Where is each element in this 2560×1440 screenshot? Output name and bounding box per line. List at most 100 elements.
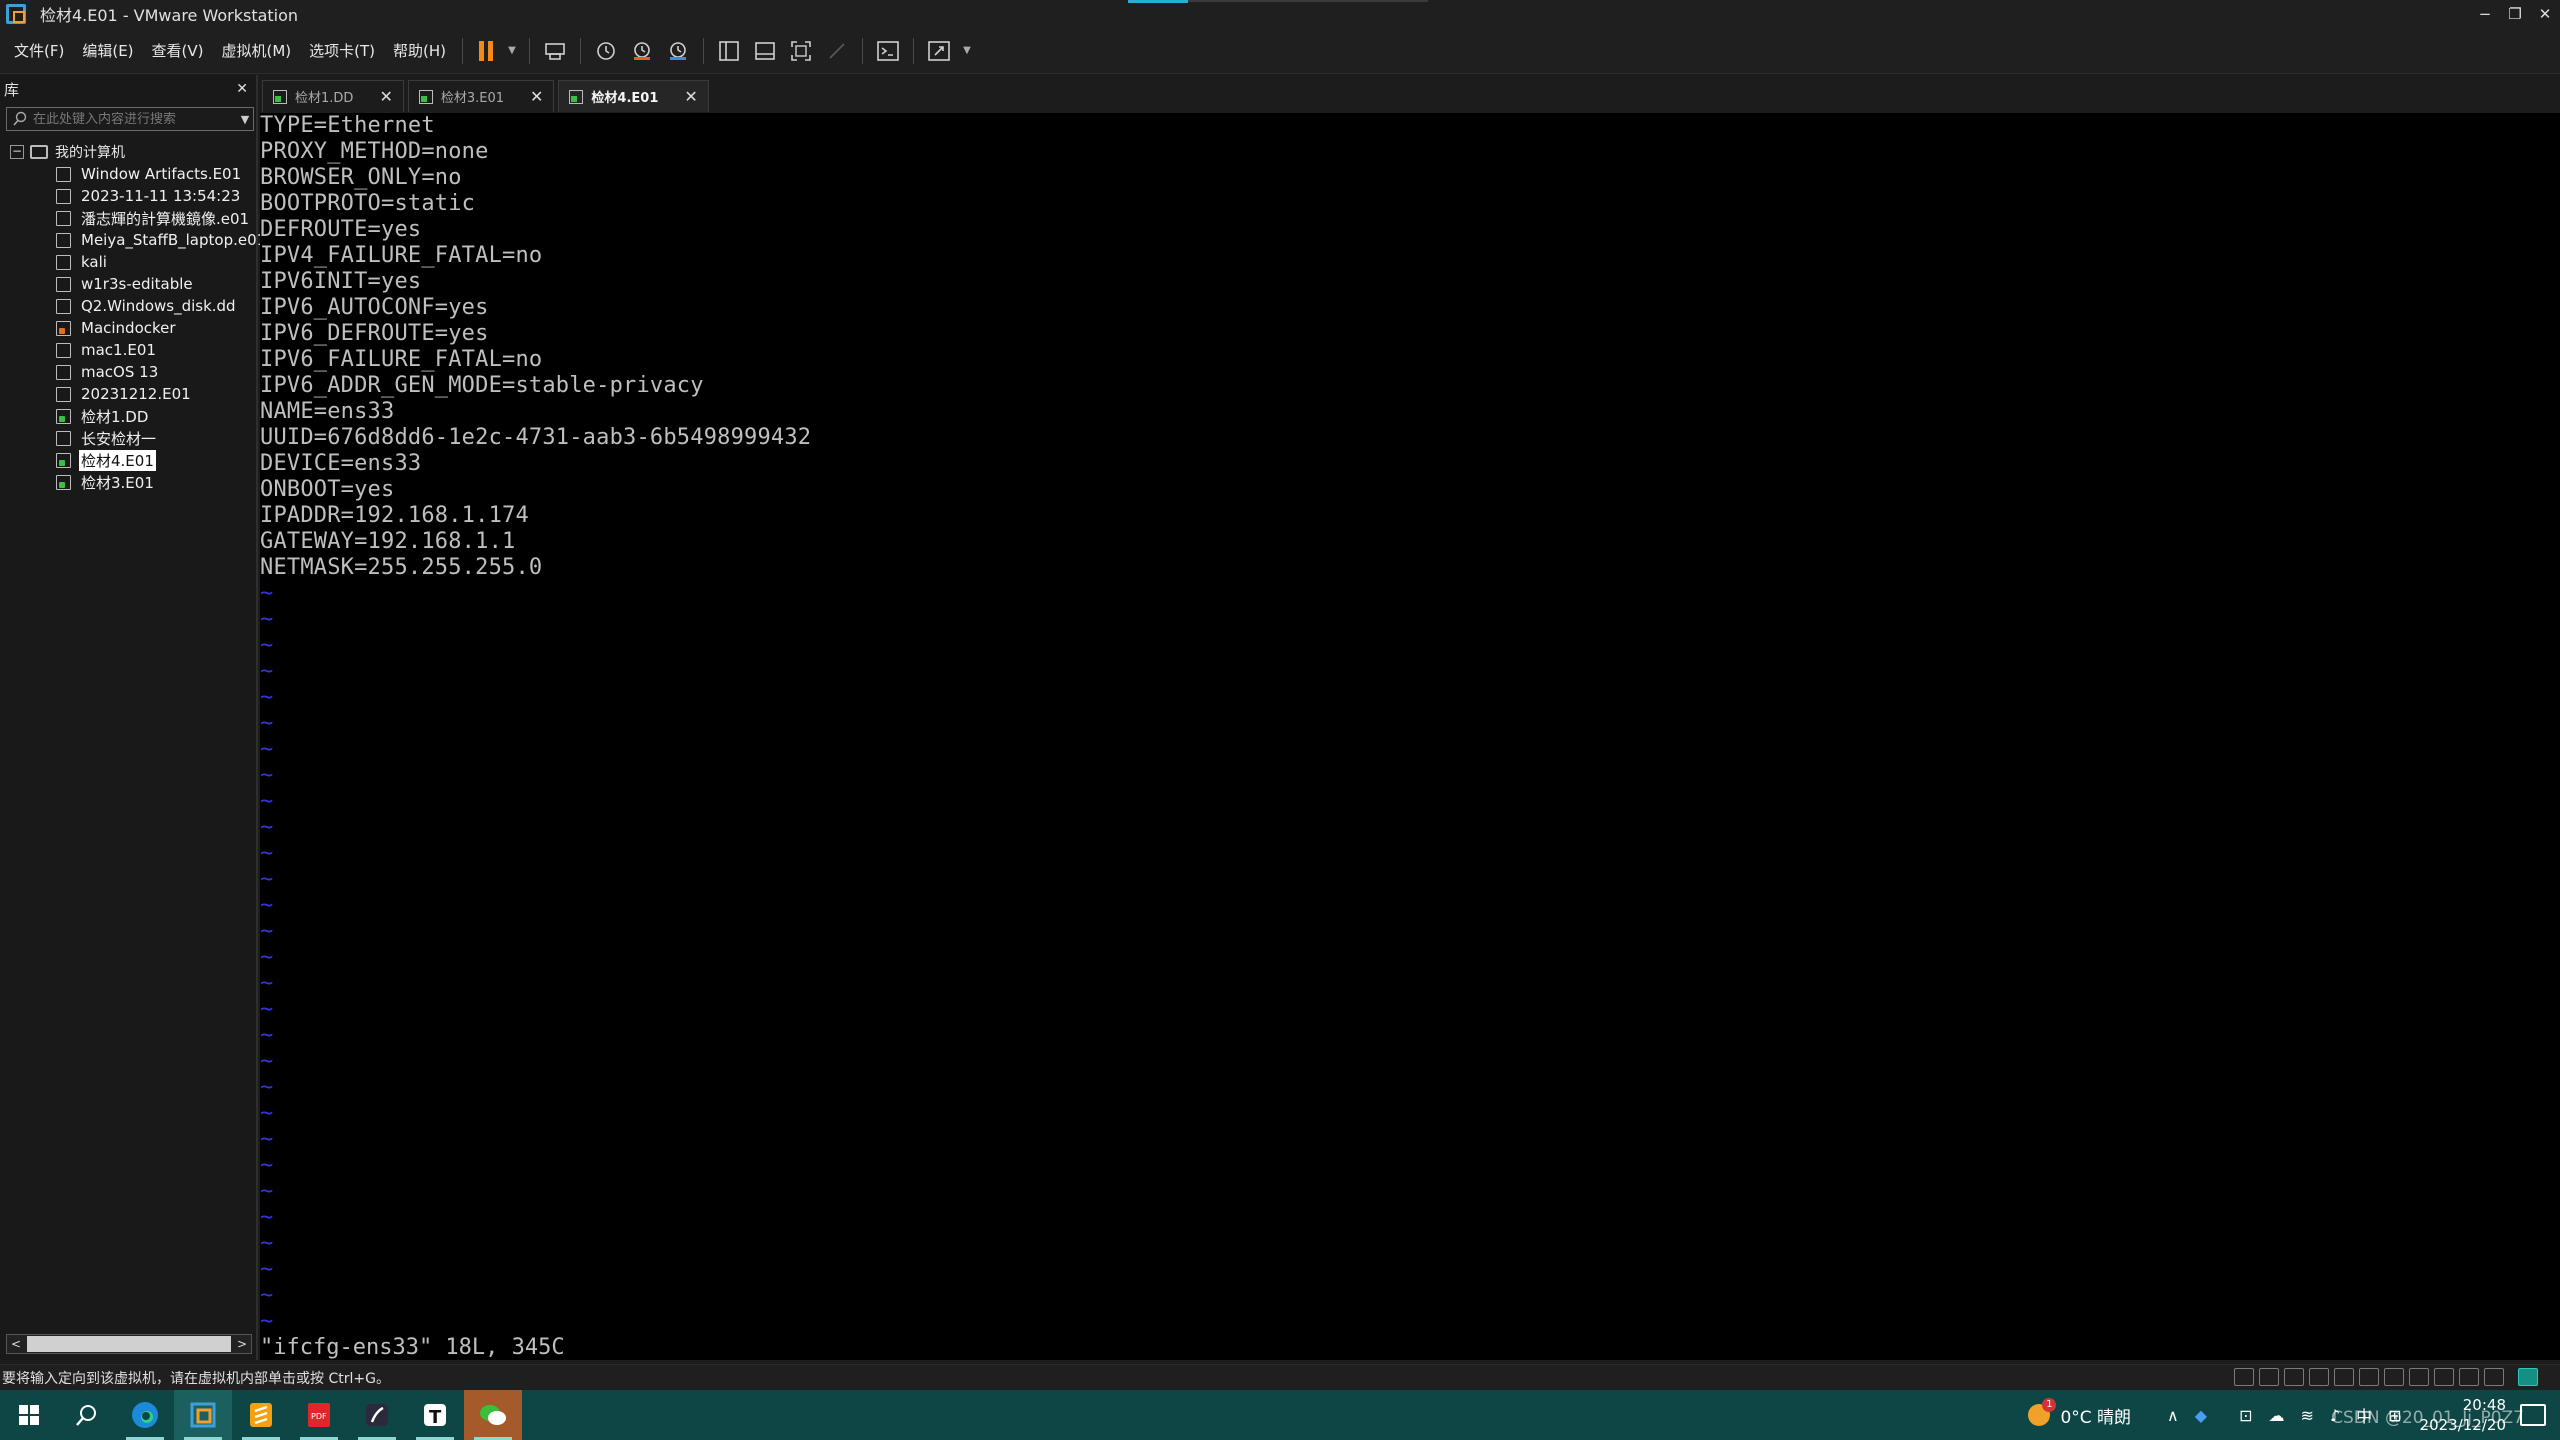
vm-tree-item-label: 20231212.E01: [81, 385, 191, 403]
title-bar: 检材4.E01 - VMware Workstation − ❐ ✕: [0, 0, 2560, 28]
vm-tabs: 检材1.DD ✕ 检材3.E01 ✕ 检材4.E01 ✕: [262, 80, 713, 112]
security-icon[interactable]: ⊡: [2239, 1406, 2252, 1425]
vm-tree-item[interactable]: 2023-11-11 13:54:23: [10, 185, 254, 207]
hard-disk-icon[interactable]: [2234, 1368, 2254, 1386]
chevron-up-icon[interactable]: ∧: [2167, 1406, 2179, 1425]
tab-close-icon[interactable]: ✕: [530, 87, 543, 106]
vm-tree-item[interactable]: 检材1.DD: [10, 405, 254, 427]
vi-empty-line-tilde: ~: [260, 997, 274, 1022]
wechat-icon[interactable]: [464, 1390, 522, 1440]
usb-icon[interactable]: [2409, 1368, 2429, 1386]
stretch-dropdown-icon[interactable]: ▼: [960, 36, 974, 66]
library-hscrollbar[interactable]: < >: [6, 1334, 252, 1354]
send-ctrl-alt-del-icon[interactable]: [540, 36, 570, 66]
vm-tab[interactable]: 检材4.E01 ✕: [558, 80, 709, 112]
wifi-icon[interactable]: ≋: [2300, 1406, 2313, 1425]
restore-button[interactable]: ❐: [2500, 0, 2530, 28]
vmware-icon[interactable]: [174, 1390, 232, 1440]
menu-file[interactable]: 文件(F): [0, 40, 73, 61]
unity-icon[interactable]: [822, 36, 852, 66]
sound-card-icon[interactable]: [2459, 1368, 2479, 1386]
console-view-icon[interactable]: [873, 36, 903, 66]
library-close-button[interactable]: ✕: [236, 81, 248, 97]
vm-tree-item[interactable]: mac1.E01: [10, 339, 254, 361]
snapshot-manager-icon[interactable]: [663, 36, 693, 66]
usb-icon[interactable]: [2434, 1368, 2454, 1386]
cd-dvd-icon[interactable]: [2259, 1368, 2279, 1386]
tab-close-icon[interactable]: ✕: [684, 87, 697, 106]
printer-icon[interactable]: [2309, 1368, 2329, 1386]
usb-icon[interactable]: [2384, 1368, 2404, 1386]
pause-dropdown-icon[interactable]: ▼: [505, 36, 519, 66]
thumbnail-bar-icon[interactable]: [750, 36, 780, 66]
weather-widget[interactable]: 0°C 晴朗: [2028, 1398, 2131, 1428]
full-screen-icon[interactable]: [786, 36, 816, 66]
vi-empty-line-tilde: ~: [260, 1075, 274, 1100]
vi-empty-line-tilde: ~: [260, 971, 274, 996]
vm-tree: − 我的计算机 Window Artifacts.E01 2023-11-11 1…: [10, 141, 266, 493]
library-panel: 库 ✕ ▼ − 我的计算机 Window Artifacts.E01 2023-1…: [0, 75, 266, 1360]
search-dropdown-icon[interactable]: ▼: [237, 113, 253, 126]
vm-tree-item[interactable]: 潘志輝的計算機鏡像.e01: [10, 207, 254, 229]
vm-tab[interactable]: 检材1.DD ✕: [262, 80, 404, 112]
vm-tree-item[interactable]: Q2.Windows_disk.dd: [10, 295, 254, 317]
pdf-icon[interactable]: PDF: [290, 1390, 348, 1440]
console-line: IPV6_AUTOCONF=yes: [260, 295, 489, 320]
menu-view[interactable]: 查看(V): [143, 40, 213, 61]
edge-icon[interactable]: [116, 1390, 174, 1440]
vi-empty-line-tilde: ~: [260, 1231, 274, 1256]
library-search-input[interactable]: [33, 111, 237, 127]
vm-tree-item[interactable]: w1r3s-editable: [10, 273, 254, 295]
tab-close-icon[interactable]: ✕: [379, 87, 392, 106]
revert-snapshot-icon[interactable]: [627, 36, 657, 66]
menu-vm[interactable]: 虚拟机(M): [213, 40, 301, 61]
device-icons: [2229, 1368, 2538, 1386]
network-adapter-icon[interactable]: [2284, 1368, 2304, 1386]
vm-tree-item[interactable]: 20231212.E01: [10, 383, 254, 405]
vi-empty-line-tilde: ~: [260, 711, 274, 736]
usb-icon[interactable]: [2359, 1368, 2379, 1386]
close-button[interactable]: ✕: [2530, 0, 2560, 28]
typora-t-icon[interactable]: T: [406, 1390, 464, 1440]
console-text: TYPE=Ethernet PROXY_METHOD=none BROWSER_ON…: [260, 113, 811, 1335]
vm-tree-item[interactable]: Window Artifacts.E01: [10, 163, 254, 185]
pause-icon[interactable]: [473, 36, 499, 66]
vm-tree-item[interactable]: Macindocker: [10, 317, 254, 339]
vm-tree-item[interactable]: macOS 13: [10, 361, 254, 383]
vi-empty-line-tilde: ~: [260, 633, 274, 658]
vm-icon: [56, 276, 71, 292]
scroll-right-icon[interactable]: >: [233, 1337, 251, 1351]
scroll-thumb[interactable]: [27, 1336, 231, 1352]
minimize-button[interactable]: −: [2470, 0, 2500, 28]
bluetooth-icon[interactable]: ◆: [2195, 1406, 2207, 1425]
vm-console[interactable]: TYPE=Ethernet PROXY_METHOD=none BROWSER_ON…: [260, 113, 2560, 1360]
snapshot-icon[interactable]: [591, 36, 621, 66]
vm-tree-item[interactable]: kali: [10, 251, 254, 273]
windows-start-icon[interactable]: [0, 1390, 58, 1440]
menu-help[interactable]: 帮助(H): [384, 40, 455, 61]
vm-icon: [56, 166, 71, 182]
collapse-icon[interactable]: −: [10, 145, 24, 159]
speaker-icon[interactable]: [2484, 1368, 2504, 1386]
show-library-icon[interactable]: [714, 36, 744, 66]
onedrive-icon[interactable]: ☁: [2268, 1406, 2284, 1425]
search-icon[interactable]: [58, 1390, 116, 1440]
menu-tabs[interactable]: 选项卡(T): [300, 40, 384, 61]
vm-tree-item-label: Q2.Windows_disk.dd: [81, 297, 236, 315]
sublime-icon[interactable]: [232, 1390, 290, 1440]
menu-edit[interactable]: 编辑(E): [73, 40, 142, 61]
vm-icon: [56, 408, 71, 424]
search-icon: [7, 108, 33, 130]
vm-tab[interactable]: 检材3.E01 ✕: [407, 80, 555, 112]
console-line: BROWSER_ONLY=no: [260, 165, 462, 190]
typora-icon[interactable]: [348, 1390, 406, 1440]
tree-root-my-computer[interactable]: − 我的计算机: [10, 141, 254, 163]
scroll-left-icon[interactable]: <: [7, 1337, 25, 1351]
vm-tree-item[interactable]: 长安检材一: [10, 427, 254, 449]
stretch-view-icon[interactable]: [924, 36, 954, 66]
message-log-icon[interactable]: [2518, 1368, 2538, 1386]
usb-icon[interactable]: [2334, 1368, 2354, 1386]
vm-tree-item[interactable]: 检材4.E01: [10, 449, 254, 471]
vm-tree-item[interactable]: Meiya_StaffB_laptop.e01: [10, 229, 266, 251]
vm-tree-item[interactable]: 检材3.E01: [10, 471, 254, 493]
